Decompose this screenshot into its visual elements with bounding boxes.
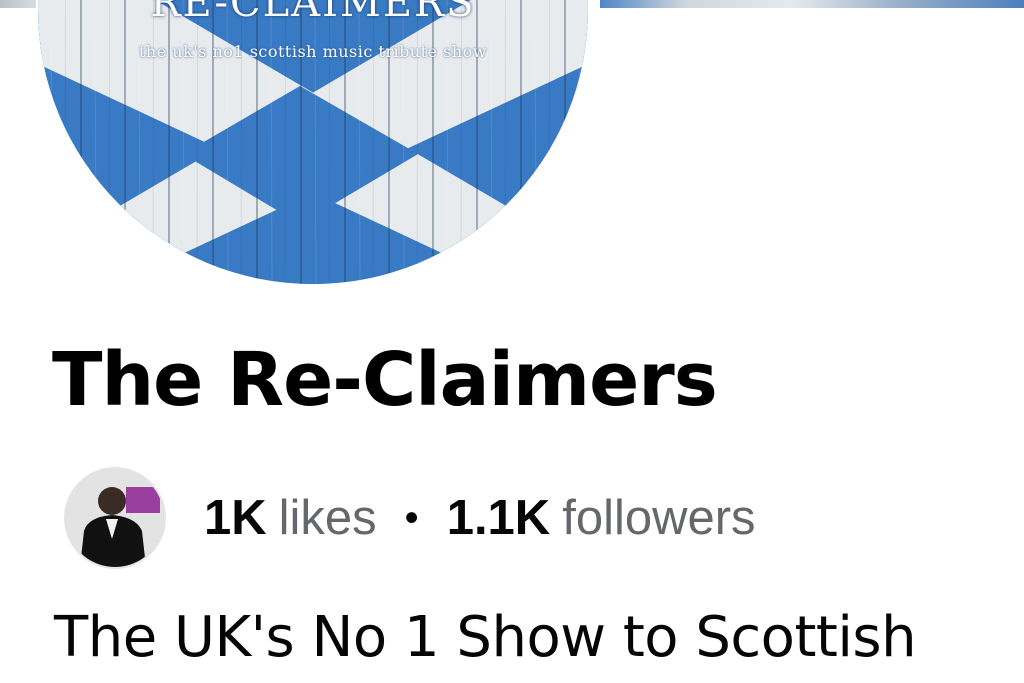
followers-label[interactable]: followers — [562, 490, 755, 546]
likes-label[interactable]: likes — [279, 490, 377, 546]
cover-photo-edge-right[interactable] — [600, 0, 1024, 8]
profile-picture-tagline: the uk's no1 scottish music tribute show — [139, 42, 487, 61]
page-title: The Re-Claimers — [52, 337, 718, 423]
profile-picture-title: RE-CLAIMERS — [150, 0, 476, 26]
cover-photo-edge-left[interactable] — [0, 0, 36, 8]
page-stats: 1K likes • 1.1K followers — [64, 466, 756, 570]
profile-picture[interactable]: RE-CLAIMERS the uk's no1 scottish music … — [38, 0, 588, 284]
person-silhouette-icon — [66, 469, 164, 567]
page-intro-text: The UK's No 1 Show to Scottish — [54, 605, 917, 670]
profile-page: RE-CLAIMERS the uk's no1 scottish music … — [0, 0, 1024, 683]
likes-count[interactable]: 1K — [204, 490, 267, 546]
stats-separator: • — [404, 495, 419, 540]
followers-count[interactable]: 1.1K — [447, 490, 551, 546]
friend-avatar[interactable] — [64, 467, 166, 569]
